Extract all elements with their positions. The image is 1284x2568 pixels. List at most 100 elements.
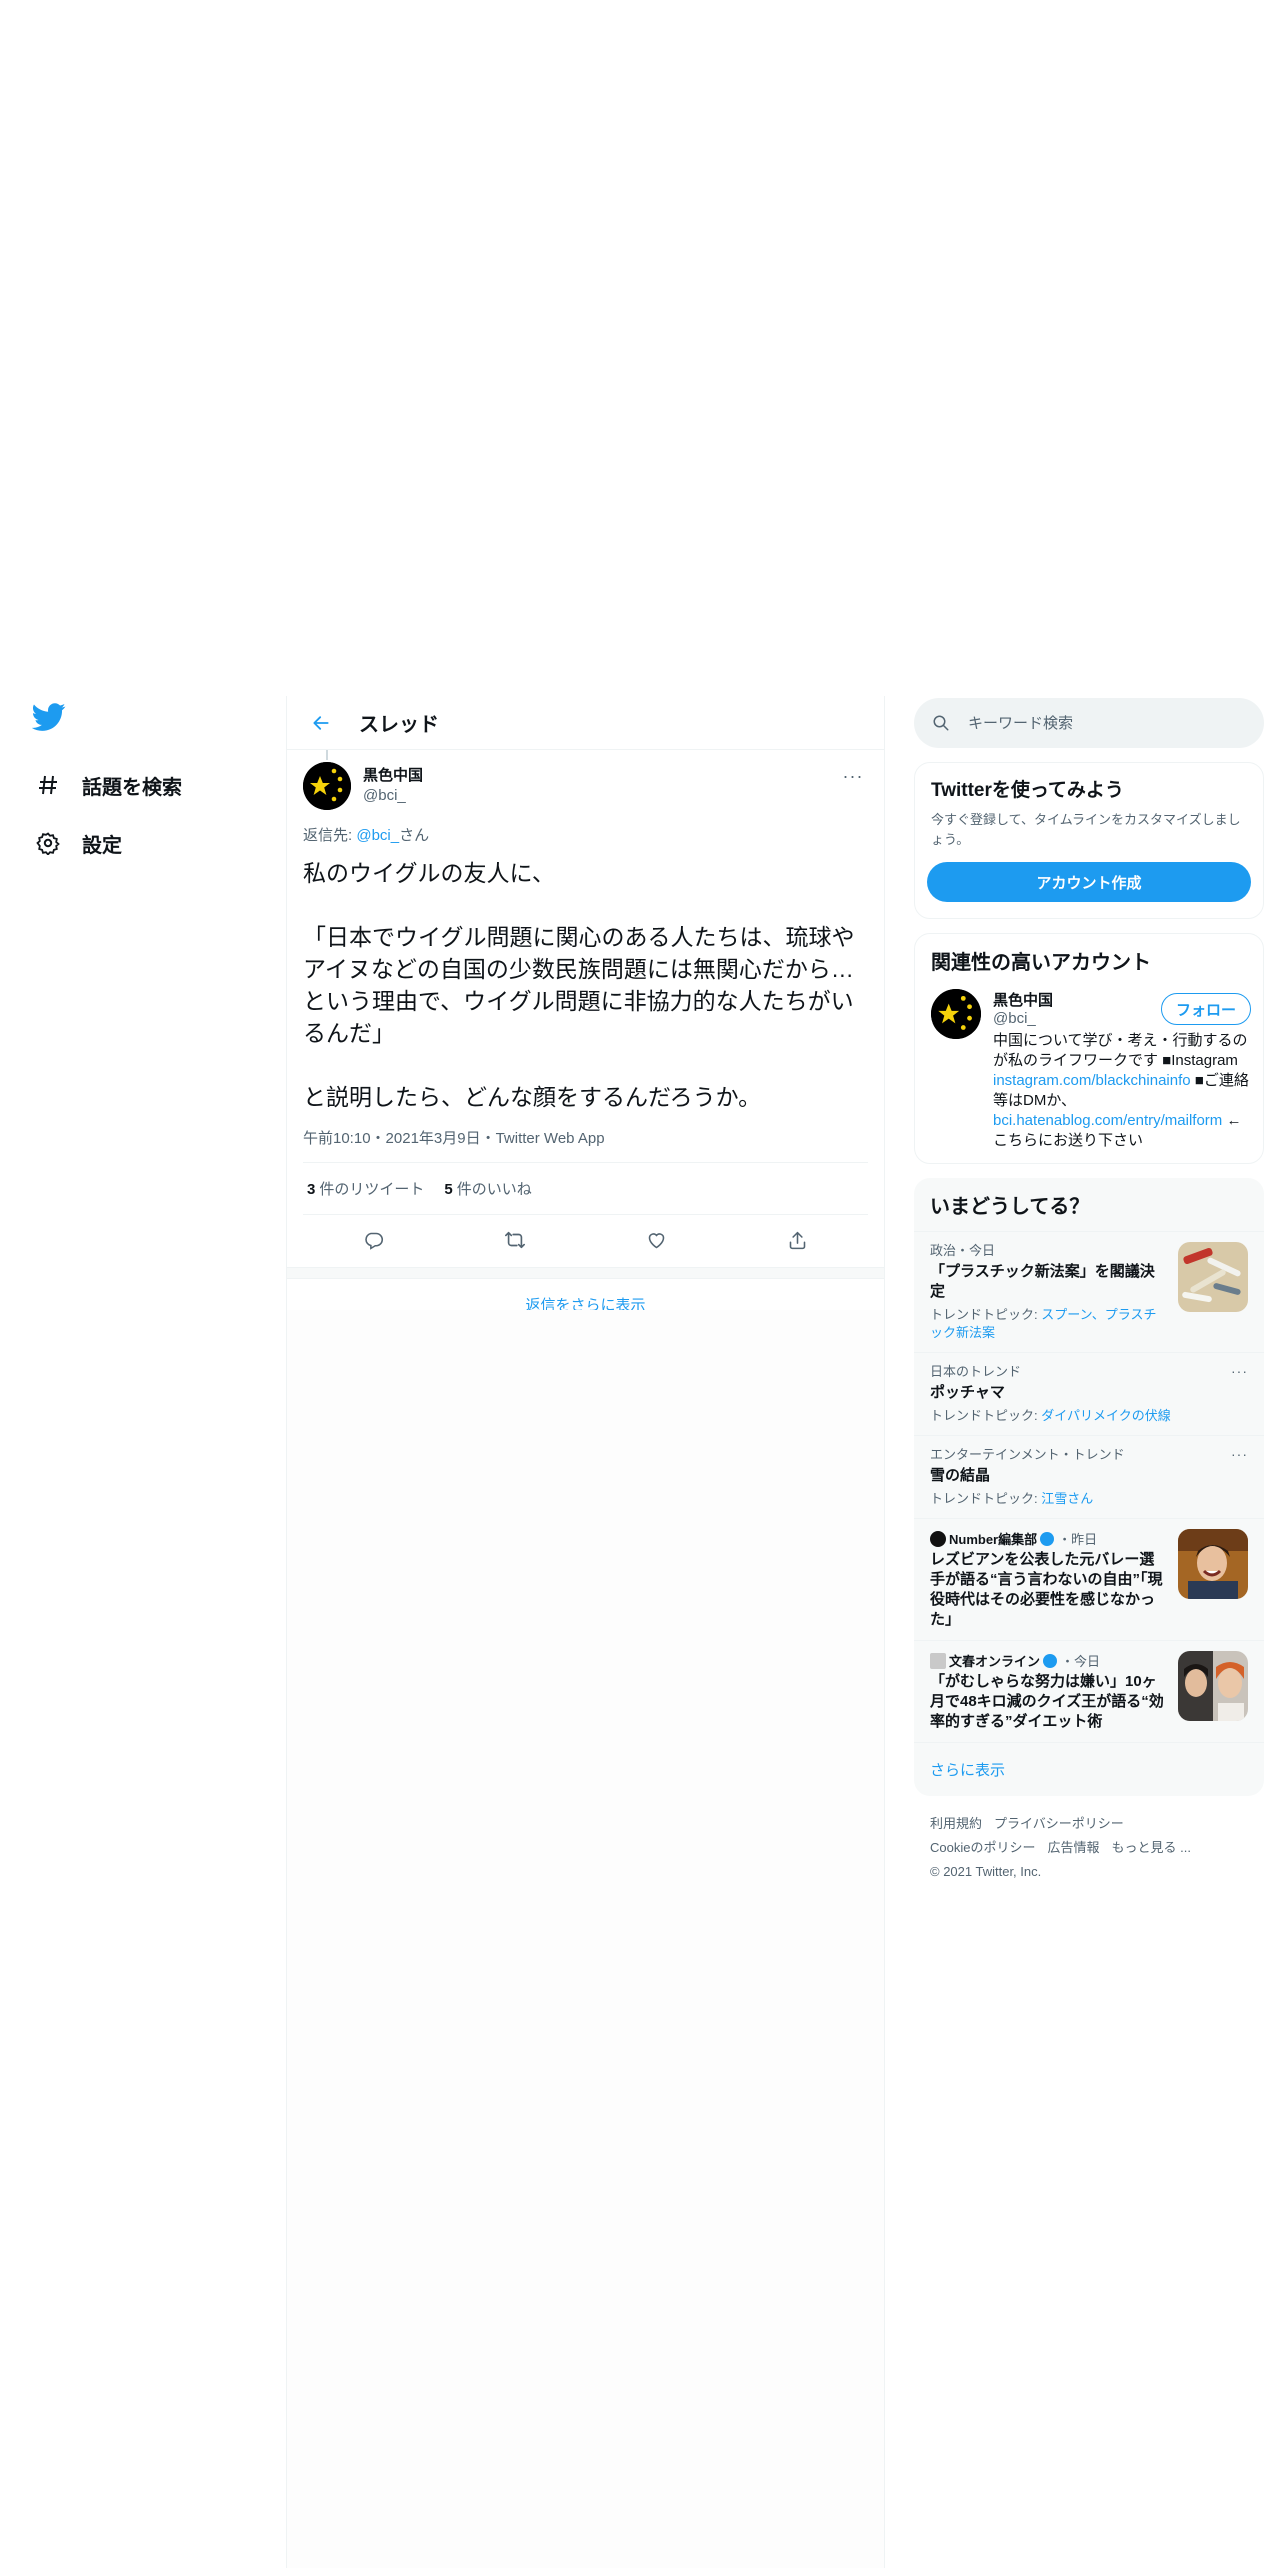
sidebar-footer: 利用規約 プライバシーポリシー Cookieのポリシー 広告情報 もっと見る ... … [914,1796,1264,1900]
trend-item[interactable]: エンターテインメント・トレンド 雪の結晶 トレンドトピック: 江雪さん ··· [914,1435,1264,1518]
retweet-button[interactable] [497,1222,533,1258]
account-body: 黒色中国 @bci_ フォロー 中国について学び・考え・行動するのが私のライフワ… [993,989,1251,1151]
signup-card: Twitterを使ってみよう 今すぐ登録して、タイムラインをカスタマイズしましょ… [914,762,1264,919]
more-options-button[interactable]: ··· [838,761,868,791]
more-link[interactable]: もっと見る ... [1111,1840,1190,1855]
focused-tweet: 黒色中国 @bci_ ··· 返信先: @bci_さん 私のウイグルの友人に、 … [287,750,884,1265]
trend-title: ポッチャマ [930,1384,1005,1401]
avatar[interactable] [931,989,981,1039]
reply-mention-link[interactable]: @bci_ [356,827,399,844]
reply-button[interactable] [356,1222,392,1258]
right-sidebar: Twitterを使ってみよう 今すぐ登録して、タイムラインをカスタマイズしましょ… [914,698,1264,1900]
twitter-logo-icon[interactable] [31,700,66,734]
account-name[interactable]: 黒色中国 [993,989,1053,1010]
cookie-link[interactable]: Cookieのポリシー [930,1840,1035,1855]
trend-topic: トレンドトピック: ダイパリメイクの伏線 [930,1407,1248,1425]
retweets-stat[interactable]: 3 件のリツイート [307,1178,424,1199]
trend-title: 雪の結晶 [930,1467,991,1484]
tweet-timestamp[interactable]: 午前10:10・2021年3月9日・Twitter Web App [303,1127,868,1163]
page-title: スレッド [359,714,439,736]
create-account-button[interactable]: アカウント作成 [927,862,1251,902]
search-icon [933,715,949,731]
avatar[interactable] [303,762,351,810]
nav-settings[interactable]: 設定 [26,814,256,872]
news-source-icon [930,1652,946,1669]
trend-item[interactable]: 政治・今日 「プラスチック新法案」を閣議決定 トレンドトピック: スプーン、プラ… [914,1231,1264,1352]
back-button[interactable] [303,705,339,741]
news-source-name: Number編集部 [949,1532,1038,1547]
trend-category: 政治・今日 [930,1243,996,1258]
account-bio: 中国について学び・考え・行動するのが私のライフワークです ■Instagram … [993,1031,1251,1151]
author-name[interactable]: 黒色中国 [363,766,838,786]
trend-topic: トレンドトピック: スプーン、プラスチック新法案 [930,1306,1166,1342]
privacy-link[interactable]: プライバシーポリシー [994,1816,1124,1831]
news-source: Number編集部 ・昨日 [930,1529,1166,1548]
news-source-icon [930,1530,946,1547]
main-column: スレッド 黒色中国 @bci_ ··· 返信先: @bci_さん 私のウイグルの… [286,696,885,2568]
copyright: © 2021 Twitter, Inc. [930,1864,1042,1879]
signup-description: 今すぐ登録して、タイムラインをカスタマイズしましょう。 [931,812,1241,847]
trend-item[interactable]: 日本のトレンド ポッチャマ トレンドトピック: ダイパリメイクの伏線 ··· [914,1352,1264,1435]
news-source: 文春オンライン ・今日 [930,1651,1166,1670]
section-divider [287,1267,884,1279]
tweet-stats: 3 件のリツイート 5 件のいいね [303,1163,868,1215]
news-item[interactable]: 文春オンライン ・今日 「がむしゃらな努力は嫌い」10ヶ月で48キロ減のクイズ王… [914,1640,1264,1742]
author-names: 黒色中国 @bci_ [363,766,838,806]
trend-more-button[interactable]: ··· [1231,1446,1248,1462]
verified-badge-icon [1043,1653,1058,1668]
follow-button[interactable]: フォロー [1160,993,1251,1025]
trends-title: いまどうしてる？ [930,1196,1090,1218]
likes-stat[interactable]: 5 件のいいね [444,1178,531,1199]
reply-to-line: 返信先: @bci_さん [303,824,868,845]
tweet-author-row: 黒色中国 @bci_ ··· [303,750,868,810]
heart-icon [648,1232,664,1248]
news-thumbnail [1178,1651,1248,1721]
likes-label: 件のいいね [456,1181,532,1198]
author-handle[interactable]: @bci_ [363,786,838,806]
verified-badge-icon [1040,1531,1055,1546]
hashtag-icon [34,771,62,799]
bio-instagram-link[interactable]: instagram.com/blackchinainfo [993,1072,1191,1089]
account-row[interactable]: 黒色中国 @bci_ フォロー 中国について学び・考え・行動するのが私のライフワ… [915,987,1263,1163]
news-source-name: 文春オンライン [949,1654,1041,1669]
trend-category: エンターテインメント・トレンド [930,1447,1125,1462]
terms-link[interactable]: 利用規約 [930,1816,982,1831]
reply-suffix: さん [399,827,430,844]
trend-topic-prefix: トレンドトピック: [930,1307,1042,1322]
ads-link[interactable]: 広告情報 [1047,1840,1099,1855]
like-button[interactable] [638,1222,674,1258]
arrow-left-icon [313,715,329,730]
likes-count: 5 [444,1181,453,1198]
main-header: スレッド [287,696,884,750]
show-more-trends-link[interactable]: さらに表示 [914,1742,1264,1796]
reply-icon [365,1232,384,1250]
relevant-accounts-title: 関連性の高いアカウント [931,952,1151,974]
search-input[interactable] [968,714,1228,732]
news-title: レズビアンを公表した元バレー選手が語る“言う言わないの自由”「現役時代はその必要… [930,1551,1163,1628]
trend-topic-prefix: トレンドトピック: [930,1491,1042,1506]
trends-card: いまどうしてる？ 政治・今日 「プラスチック新法案」を閣議決定 トレンドトピック… [914,1178,1264,1796]
thread-connector-line [326,750,328,760]
gear-icon [34,829,62,857]
nav-explore[interactable]: 話題を検索 [26,756,256,814]
trend-topic-link[interactable]: ダイパリメイクの伏線 [1041,1408,1170,1423]
trend-more-button[interactable]: ··· [1231,1363,1248,1379]
left-nav: 話題を検索 設定 [26,700,256,872]
reply-prefix: 返信先: [303,827,357,844]
news-time: ・昨日 [1058,1532,1098,1547]
account-handle[interactable]: @bci_ [993,1010,1053,1027]
retweets-label: 件のリツイート [319,1181,425,1198]
news-time: ・今日 [1061,1654,1101,1669]
bio-blog-link[interactable]: bci.hatenablog.com/entry/mailform [993,1112,1222,1129]
empty-area [287,1310,884,2568]
share-icon [789,1231,806,1249]
trend-title: 「プラスチック新法案」を閣議決定 [930,1263,1155,1300]
trend-topic-prefix: トレンドトピック: [930,1408,1042,1423]
tweet-text: 私のウイグルの友人に、 「日本でウイグル問題に関心のある人たちは、琉球やアイヌな… [303,860,855,1110]
relevant-accounts-card: 関連性の高いアカウント 黒色中国 @bci_ フォロー 中国について学び・考え・… [914,933,1264,1164]
share-button[interactable] [779,1222,815,1258]
trend-thumbnail [1178,1242,1248,1312]
trend-topic-link[interactable]: 江雪さん [1041,1491,1093,1506]
news-item[interactable]: Number編集部 ・昨日 レズビアンを公表した元バレー選手が語る“言う言わない… [914,1518,1264,1640]
search-box[interactable] [914,698,1264,748]
